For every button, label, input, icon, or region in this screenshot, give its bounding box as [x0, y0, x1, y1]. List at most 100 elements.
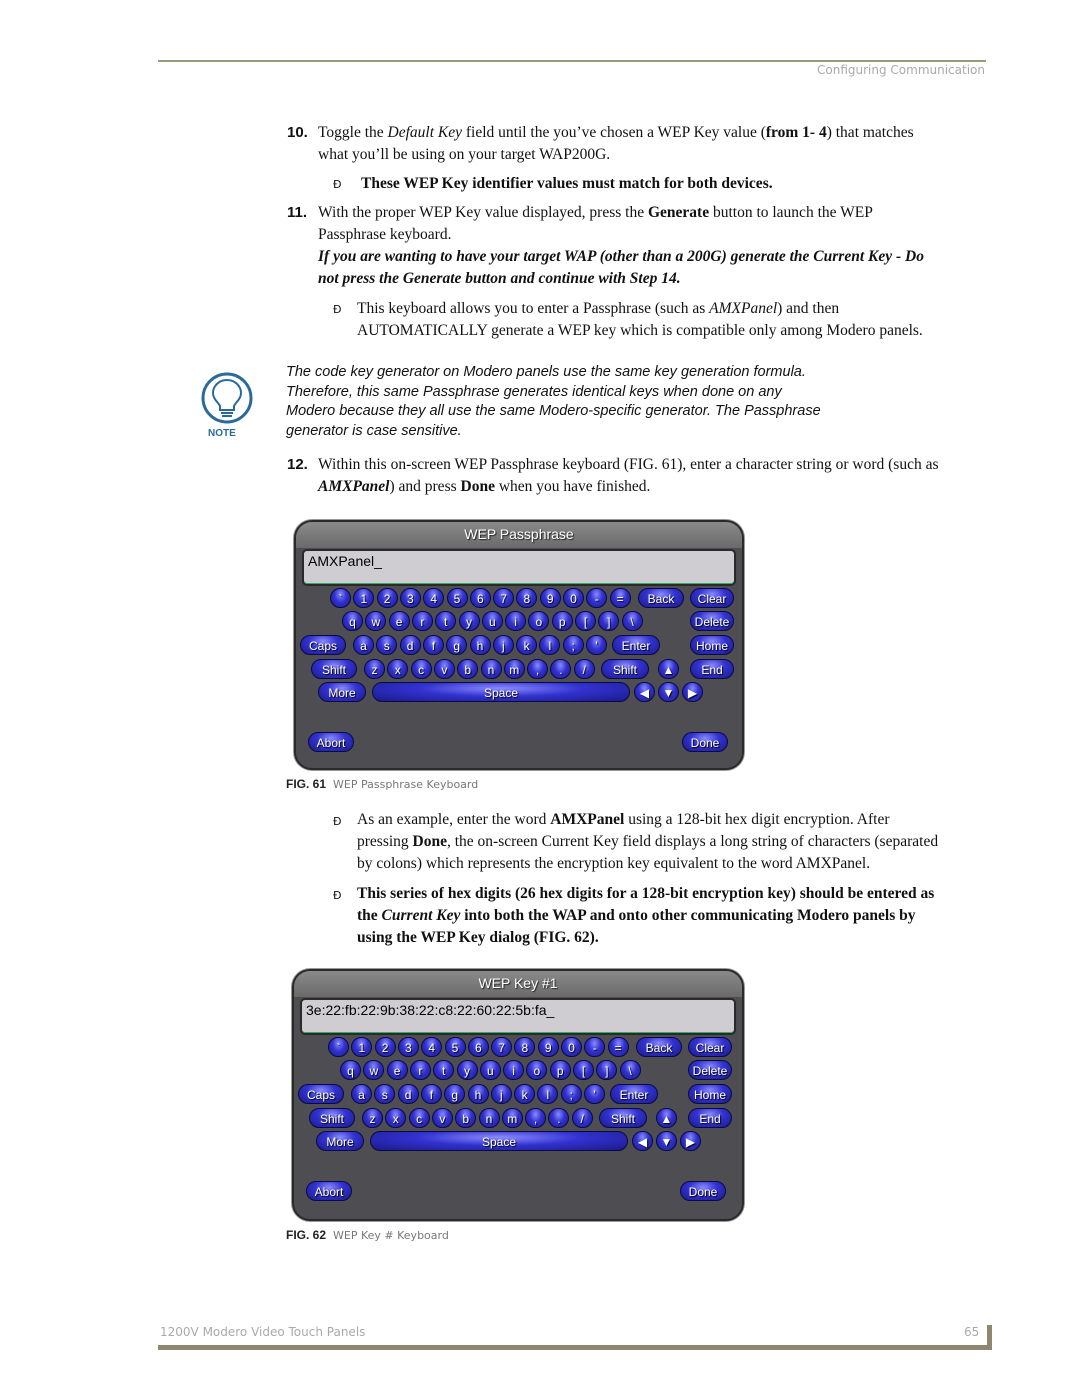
caps-key[interactable]: Caps — [298, 1084, 344, 1104]
key-g[interactable]: g — [444, 1084, 466, 1104]
key-6[interactable]: 6 — [467, 1037, 489, 1057]
key-b[interactable]: b — [457, 659, 479, 679]
key-3[interactable]: 3 — [399, 588, 421, 608]
key-n[interactable]: n — [478, 1108, 500, 1128]
key-a[interactable]: a — [353, 635, 374, 655]
key-l[interactable]: l — [539, 635, 561, 655]
key-y[interactable]: y — [456, 1060, 478, 1080]
key-c[interactable]: c — [408, 1108, 430, 1128]
done-button[interactable]: Done — [680, 1181, 726, 1201]
key-9[interactable]: 9 — [537, 1037, 559, 1057]
key-=[interactable]: = — [609, 588, 631, 608]
arrow-down-icon[interactable]: ▼ — [656, 1131, 677, 1151]
key-4[interactable]: 4 — [421, 1037, 443, 1057]
key-u[interactable]: u — [479, 1060, 501, 1080]
shift-right-key[interactable]: Shift — [601, 659, 649, 679]
key-q[interactable]: q — [342, 611, 363, 631]
key-.[interactable]: . — [550, 659, 572, 679]
key-v[interactable]: v — [433, 659, 455, 679]
key-f[interactable]: f — [422, 635, 444, 655]
key-i[interactable]: i — [503, 1060, 525, 1080]
key-h[interactable]: h — [469, 635, 491, 655]
key-][interactable]: ] — [598, 611, 620, 631]
key-p[interactable]: p — [549, 1060, 571, 1080]
key-5[interactable]: 5 — [444, 1037, 466, 1057]
home-key[interactable]: Home — [690, 635, 734, 655]
key-/[interactable]: / — [573, 659, 595, 679]
key-`[interactable]: ` — [330, 588, 351, 608]
key-s[interactable]: s — [374, 1084, 396, 1104]
key-e[interactable]: e — [388, 611, 410, 631]
key-a[interactable]: a — [351, 1084, 372, 1104]
key-o[interactable]: o — [526, 1060, 548, 1080]
key-1[interactable]: 1 — [351, 1037, 373, 1057]
key-l[interactable]: l — [537, 1084, 559, 1104]
key-d[interactable]: d — [397, 1084, 419, 1104]
key--[interactable]: - — [586, 588, 608, 608]
key-7[interactable]: 7 — [491, 1037, 513, 1057]
key-;[interactable]: ; — [560, 1084, 582, 1104]
arrow-left-icon[interactable]: ◀ — [634, 682, 655, 702]
key-8[interactable]: 8 — [514, 1037, 536, 1057]
key-/[interactable]: / — [571, 1108, 593, 1128]
key-2[interactable]: 2 — [374, 1037, 396, 1057]
enter-key[interactable]: Enter — [610, 1084, 658, 1104]
key-[[interactable]: [ — [573, 1060, 594, 1080]
key-'[interactable]: ' — [586, 635, 607, 655]
key-\[interactable]: \ — [621, 611, 643, 631]
key-w[interactable]: w — [363, 1060, 385, 1080]
arrow-right-icon[interactable]: ▶ — [680, 1131, 701, 1151]
shift-right-key[interactable]: Shift — [599, 1108, 647, 1128]
key-9[interactable]: 9 — [539, 588, 561, 608]
key-`[interactable]: ` — [328, 1037, 349, 1057]
key-t[interactable]: t — [435, 611, 457, 631]
key-v[interactable]: v — [431, 1108, 453, 1128]
key-z[interactable]: z — [364, 659, 385, 679]
caps-key[interactable]: Caps — [300, 635, 346, 655]
key-f[interactable]: f — [420, 1084, 442, 1104]
home-key[interactable]: Home — [688, 1084, 732, 1104]
arrow-up-icon[interactable]: ▲ — [656, 1108, 677, 1128]
key-g[interactable]: g — [446, 635, 468, 655]
key-0[interactable]: 0 — [563, 588, 584, 608]
key-x[interactable]: x — [385, 1108, 407, 1128]
key-x[interactable]: x — [387, 659, 409, 679]
key-3[interactable]: 3 — [397, 1037, 419, 1057]
more-key[interactable]: More — [316, 1131, 364, 1151]
key-;[interactable]: ; — [562, 635, 584, 655]
key-1[interactable]: 1 — [353, 588, 375, 608]
enter-key[interactable]: Enter — [612, 635, 660, 655]
space-key[interactable]: Space — [370, 1131, 628, 1151]
key-n[interactable]: n — [480, 659, 502, 679]
key-k[interactable]: k — [516, 635, 538, 655]
key-4[interactable]: 4 — [423, 588, 445, 608]
end-key[interactable]: End — [688, 1108, 732, 1128]
key-i[interactable]: i — [505, 611, 527, 631]
arrow-up-icon[interactable]: ▲ — [658, 659, 679, 679]
shift-left-key[interactable]: Shift — [311, 659, 357, 679]
key-m[interactable]: m — [501, 1108, 523, 1128]
key-t[interactable]: t — [433, 1060, 455, 1080]
delete-key[interactable]: Delete — [688, 1060, 732, 1080]
key-j[interactable]: j — [490, 1084, 512, 1104]
key-p[interactable]: p — [551, 611, 573, 631]
more-key[interactable]: More — [318, 682, 366, 702]
clear-key[interactable]: Clear — [688, 1037, 732, 1057]
key-j[interactable]: j — [492, 635, 514, 655]
shift-left-key[interactable]: Shift — [309, 1108, 355, 1128]
key-0[interactable]: 0 — [561, 1037, 582, 1057]
key-z[interactable]: z — [362, 1108, 383, 1128]
space-key[interactable]: Space — [372, 682, 630, 702]
key-2[interactable]: 2 — [376, 588, 398, 608]
done-button[interactable]: Done — [682, 732, 728, 752]
key-q[interactable]: q — [340, 1060, 361, 1080]
key-k[interactable]: k — [514, 1084, 536, 1104]
key-o[interactable]: o — [528, 611, 550, 631]
key-,[interactable]: , — [525, 1108, 547, 1128]
key-=[interactable]: = — [607, 1037, 629, 1057]
key-h[interactable]: h — [467, 1084, 489, 1104]
key-c[interactable]: c — [410, 659, 432, 679]
key-7[interactable]: 7 — [493, 588, 515, 608]
key-,[interactable]: , — [527, 659, 549, 679]
key-d[interactable]: d — [399, 635, 421, 655]
